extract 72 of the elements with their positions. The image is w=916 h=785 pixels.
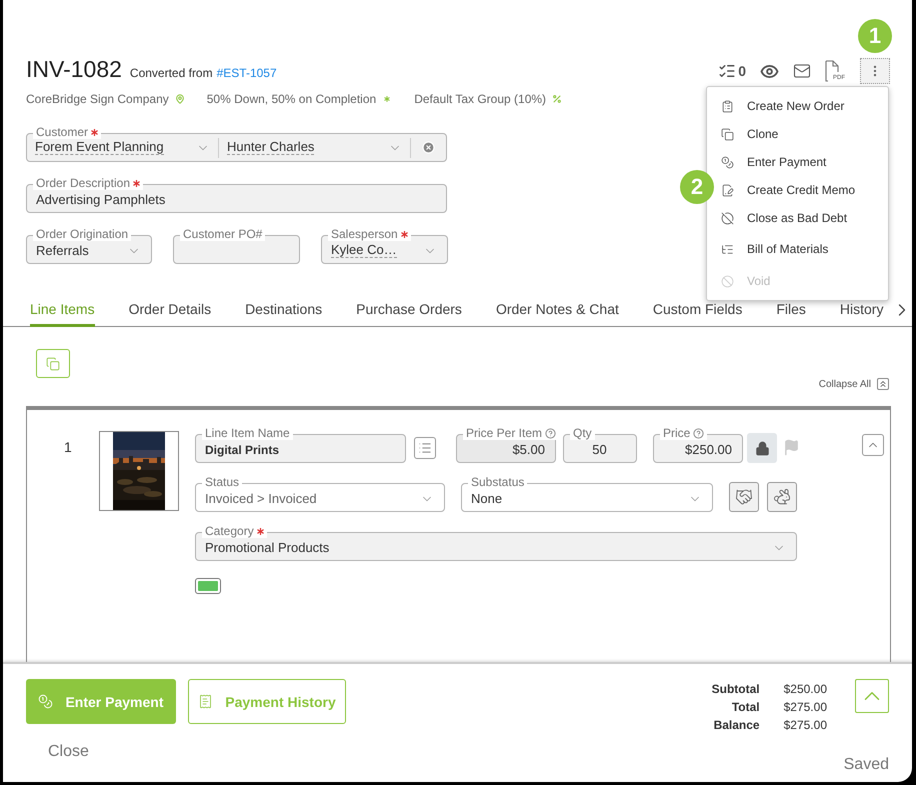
lock-icon <box>754 440 770 456</box>
handshake-icon <box>735 488 753 506</box>
email-button[interactable] <box>793 62 811 80</box>
copy-icon <box>46 356 60 370</box>
help-icon[interactable] <box>693 428 704 439</box>
envelope-icon <box>793 62 811 80</box>
lock-button[interactable] <box>747 433 777 463</box>
field-label: Order Origination <box>36 228 128 241</box>
close-button[interactable]: Close <box>48 743 89 761</box>
collapse-button[interactable] <box>862 434 884 456</box>
rabbit-icon <box>773 488 791 506</box>
total-label: Balance <box>712 718 760 732</box>
tab[interactable]: Order Notes & Chat <box>496 301 619 327</box>
tab[interactable]: Custom Fields <box>652 301 742 327</box>
menu-item[interactable]: Close as Bad Debt <box>707 204 888 232</box>
total-value: $250.00 <box>784 682 827 696</box>
converted-from-text: Converted from <box>130 66 213 80</box>
callout-badge: 1 <box>858 19 892 53</box>
coins-icon <box>38 694 54 709</box>
field-label: Order Description <box>36 177 130 190</box>
double-chevron-icon <box>877 378 889 390</box>
meta-text: 50% Down, 50% on Completion <box>206 92 376 106</box>
more-menu-button[interactable] <box>860 58 890 84</box>
menu-item[interactable]: Clone <box>707 120 888 148</box>
crossed-circle-icon <box>721 212 734 224</box>
coins-icon <box>721 156 734 168</box>
list-button[interactable] <box>414 437 436 459</box>
checklist-icon <box>718 62 736 80</box>
field-label: Customer PO# <box>183 228 262 241</box>
field-label: Status <box>205 476 240 489</box>
tab[interactable]: Destinations <box>245 301 322 327</box>
pin-icon <box>174 94 185 104</box>
total-label: Total <box>730 700 760 714</box>
field-label: Price <box>663 427 690 440</box>
tab[interactable]: Order Details <box>128 301 212 327</box>
asterisk-icon <box>382 94 392 104</box>
total-value: $275.00 <box>784 718 827 732</box>
callout-badge: 2 <box>680 170 714 204</box>
menu-item[interactable]: Create New Order <box>707 92 888 120</box>
tab[interactable]: Purchase Orders <box>356 301 462 327</box>
total-label: Subtotal <box>712 682 760 696</box>
field-label: Salesperson <box>331 228 398 241</box>
field-label: Line Item Name <box>205 427 290 440</box>
clipboard-icon <box>721 100 734 112</box>
tasks-button[interactable]: 0 <box>718 62 746 80</box>
menu-item[interactable]: Bill of Materials <box>707 232 888 266</box>
meta-text: CoreBridge Sign Company <box>26 92 169 106</box>
field-label: Qty <box>573 427 592 440</box>
tab[interactable]: History <box>840 301 884 327</box>
save-status: Saved <box>844 756 889 774</box>
color-swatch[interactable] <box>195 578 221 594</box>
total-value: $275.00 <box>784 700 827 714</box>
help-icon[interactable] <box>545 428 556 439</box>
line-number: 1 <box>63 438 73 457</box>
field-label: Price Per Item <box>466 427 542 440</box>
handshake-button[interactable] <box>729 482 759 512</box>
field-label: Substatus <box>471 476 524 489</box>
meta-text: Default Tax Group (10%) <box>414 92 546 106</box>
copy-button[interactable] <box>36 349 70 378</box>
copy-icon <box>721 128 734 140</box>
tab[interactable]: Files <box>776 301 806 327</box>
percent-icon <box>552 94 562 104</box>
prohibited-icon <box>721 274 734 288</box>
tree-list-icon <box>721 242 734 256</box>
rabbit-button[interactable] <box>767 482 797 512</box>
pen-document-icon <box>721 184 734 196</box>
receipt-icon <box>198 694 214 709</box>
collapse-all-button[interactable]: Collapse All <box>818 378 889 390</box>
invoice-title: INV-1082 <box>26 56 122 83</box>
field-label: Category <box>205 525 254 538</box>
expand-button[interactable] <box>855 679 889 713</box>
estimate-link[interactable]: #EST-1057 <box>216 66 277 80</box>
